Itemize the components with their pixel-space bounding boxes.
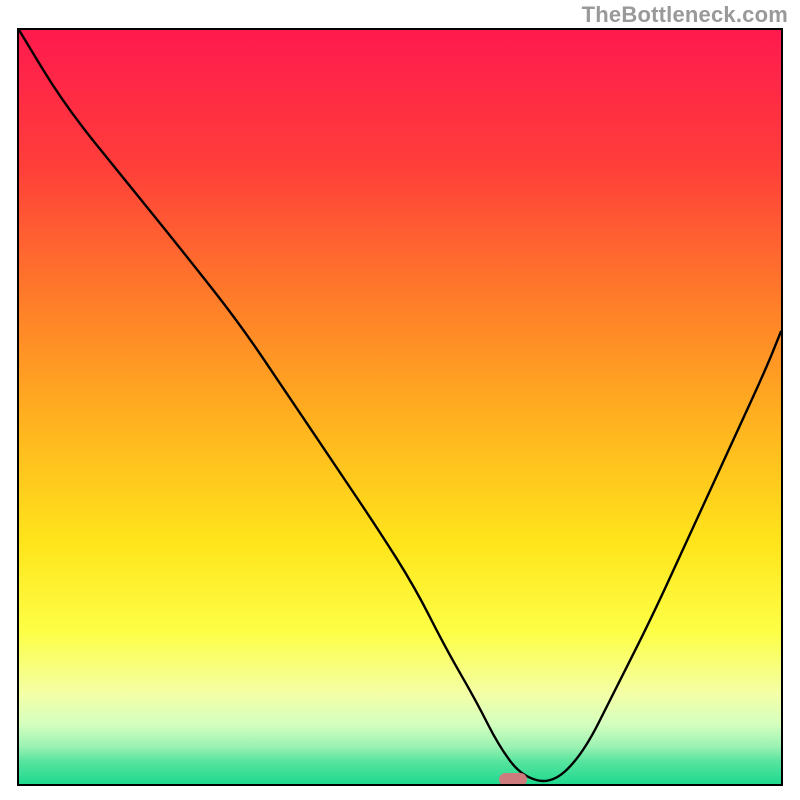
chart-area (17, 28, 783, 786)
bottleneck-curve (19, 30, 781, 784)
watermark-text: TheBottleneck.com (582, 2, 788, 28)
optimal-marker (499, 773, 527, 786)
